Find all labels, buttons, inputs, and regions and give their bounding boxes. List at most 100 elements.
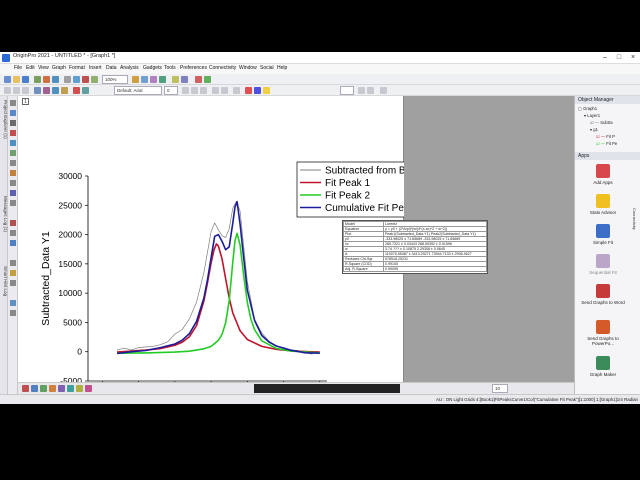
arrow-tool-left-icon[interactable] <box>10 170 16 176</box>
print-icon[interactable] <box>64 76 71 83</box>
text-tool-left-icon[interactable] <box>10 160 16 166</box>
pointer-tool-icon[interactable] <box>10 100 16 106</box>
code-builder-icon[interactable] <box>141 76 148 83</box>
tree-subtracted[interactable]: ☑ — Subtra <box>590 120 613 125</box>
symbol-shape-icon[interactable] <box>367 87 374 94</box>
menu-file[interactable]: File <box>14 65 22 71</box>
rescale-icon[interactable] <box>204 76 211 83</box>
tab-smart-hint-log[interactable]: Smart Hint Log <box>0 266 8 296</box>
save-icon[interactable] <box>22 76 29 83</box>
app-sequential-fit[interactable]: Sequential Fit <box>581 254 625 275</box>
tab-project-explorer[interactable]: Project Explorer (1) <box>0 100 8 139</box>
fill-color-icon[interactable] <box>263 87 270 94</box>
zoom-icon[interactable] <box>13 87 20 94</box>
polygon-tool-icon[interactable] <box>10 230 16 236</box>
pattern-icon[interactable] <box>380 87 387 94</box>
script-icon[interactable] <box>150 76 157 83</box>
export-icon[interactable] <box>91 76 98 83</box>
line-color-icon[interactable] <box>254 87 261 94</box>
insert-table-icon[interactable] <box>10 270 16 276</box>
tree-fit-peak-1[interactable]: ☑ — Fit P <box>596 134 615 139</box>
app-graph-maker[interactable]: Graph Maker <box>581 356 625 377</box>
scatter-plot-icon[interactable] <box>31 385 38 392</box>
font-select[interactable]: Default: Arial <box>114 86 162 95</box>
insert-equation-icon[interactable] <box>10 280 16 286</box>
app-send-graphs-powerpoint[interactable]: Send Graphs to PowerPo... <box>581 320 625 346</box>
tree-graph1[interactable]: ▢ Graph1 <box>578 106 597 111</box>
insert-graph-icon[interactable] <box>10 260 16 266</box>
bottom-size-field[interactable]: 10 <box>492 384 508 393</box>
reader-tool-icon[interactable] <box>10 130 16 136</box>
bold-icon[interactable] <box>182 87 189 94</box>
tab-messages-log[interactable]: Messages Log (1) <box>0 196 8 232</box>
layer-management-icon[interactable] <box>195 76 202 83</box>
fit-results-table[interactable]: Model Lorentz Equation y = y0 + (2*A/pi)*(w… <box>342 220 488 274</box>
import-icon[interactable] <box>34 76 41 83</box>
pointer-icon[interactable] <box>4 87 11 94</box>
brush-tool-icon[interactable] <box>10 140 16 146</box>
results-log-icon[interactable] <box>159 76 166 83</box>
menu-connectivity[interactable]: Connectivity <box>209 65 236 71</box>
menu-analysis[interactable]: Analysis <box>120 65 139 71</box>
close-icon[interactable]: × <box>626 52 640 64</box>
screen-reader-icon[interactable] <box>52 87 59 94</box>
color-palette-strip[interactable] <box>254 384 400 393</box>
zoom-tool-icon[interactable] <box>10 110 16 116</box>
menu-preferences[interactable]: Preferences <box>180 65 207 71</box>
maximize-icon[interactable]: □ <box>612 52 626 64</box>
pie-plot-icon[interactable] <box>58 385 65 392</box>
worksheet-icon[interactable] <box>43 76 50 83</box>
column-plot-icon[interactable] <box>49 385 56 392</box>
tree-g1[interactable]: ▾ g1 <box>590 127 598 132</box>
line-width-select[interactable] <box>340 86 354 95</box>
duplicate-icon[interactable] <box>82 76 89 83</box>
menu-social[interactable]: Social <box>260 65 274 71</box>
app-simple-fit[interactable]: Simple Fit <box>581 224 625 245</box>
text-tool-icon[interactable] <box>22 87 29 94</box>
circle-tool-icon[interactable] <box>10 200 16 206</box>
arrow-tool-icon[interactable] <box>82 87 89 94</box>
rectangle-tool-icon[interactable] <box>10 190 16 196</box>
graph-icon[interactable] <box>52 76 59 83</box>
menu-gadgets[interactable]: Gadgets <box>143 65 162 71</box>
italic-icon[interactable] <box>191 87 198 94</box>
menu-format[interactable]: Format <box>69 65 85 71</box>
area-plot-icon[interactable] <box>67 385 74 392</box>
line-symbol-plot-icon[interactable] <box>40 385 47 392</box>
freehand-tool-icon[interactable] <box>10 240 16 246</box>
graph-window[interactable]: 1 270275280285290295300-5000050001000015… <box>18 96 488 396</box>
menu-tools[interactable]: Tools <box>164 65 176 71</box>
contour-plot-icon[interactable] <box>76 385 83 392</box>
open-icon[interactable] <box>13 76 20 83</box>
superscript-icon[interactable] <box>212 87 219 94</box>
data-reader-icon[interactable] <box>34 87 41 94</box>
app-add-apps[interactable]: Add Apps <box>581 164 625 185</box>
region-tool-icon[interactable] <box>10 150 16 156</box>
menu-view[interactable]: View <box>38 65 49 71</box>
menu-data[interactable]: Data <box>106 65 117 71</box>
command-window-icon[interactable] <box>181 76 188 83</box>
refresh-icon[interactable] <box>73 76 80 83</box>
zoom-select[interactable]: 100% <box>102 75 128 84</box>
draw-data-icon[interactable] <box>43 87 50 94</box>
underline-icon[interactable] <box>200 87 207 94</box>
menu-window[interactable]: Window <box>239 65 257 71</box>
tree-fit-peak-2[interactable]: ☑ — Fit Pe <box>596 141 617 146</box>
mask-icon[interactable] <box>73 87 80 94</box>
connectivity-side-tab[interactable]: Connectivity <box>631 208 637 298</box>
menu-edit[interactable]: Edit <box>26 65 35 71</box>
menu-help[interactable]: Help <box>277 65 287 71</box>
3d-plot-icon[interactable] <box>85 385 92 392</box>
tree-layer1[interactable]: ▾ Layer1 <box>584 113 600 118</box>
app-stats-advisor[interactable]: Stats Advisor <box>581 194 625 215</box>
insert-object-icon[interactable] <box>10 310 16 316</box>
minimize-icon[interactable]: – <box>598 52 612 64</box>
scale-tool-icon[interactable] <box>10 120 16 126</box>
notes-icon[interactable] <box>172 76 179 83</box>
font-size-select[interactable]: 0 <box>164 86 178 95</box>
mask-tool-icon[interactable] <box>10 220 16 226</box>
line-style-icon[interactable] <box>358 87 365 94</box>
app-send-graphs-word[interactable]: Send Graphs to Word <box>581 284 625 305</box>
new-project-icon[interactable] <box>4 76 11 83</box>
font-color-icon[interactable] <box>245 87 252 94</box>
